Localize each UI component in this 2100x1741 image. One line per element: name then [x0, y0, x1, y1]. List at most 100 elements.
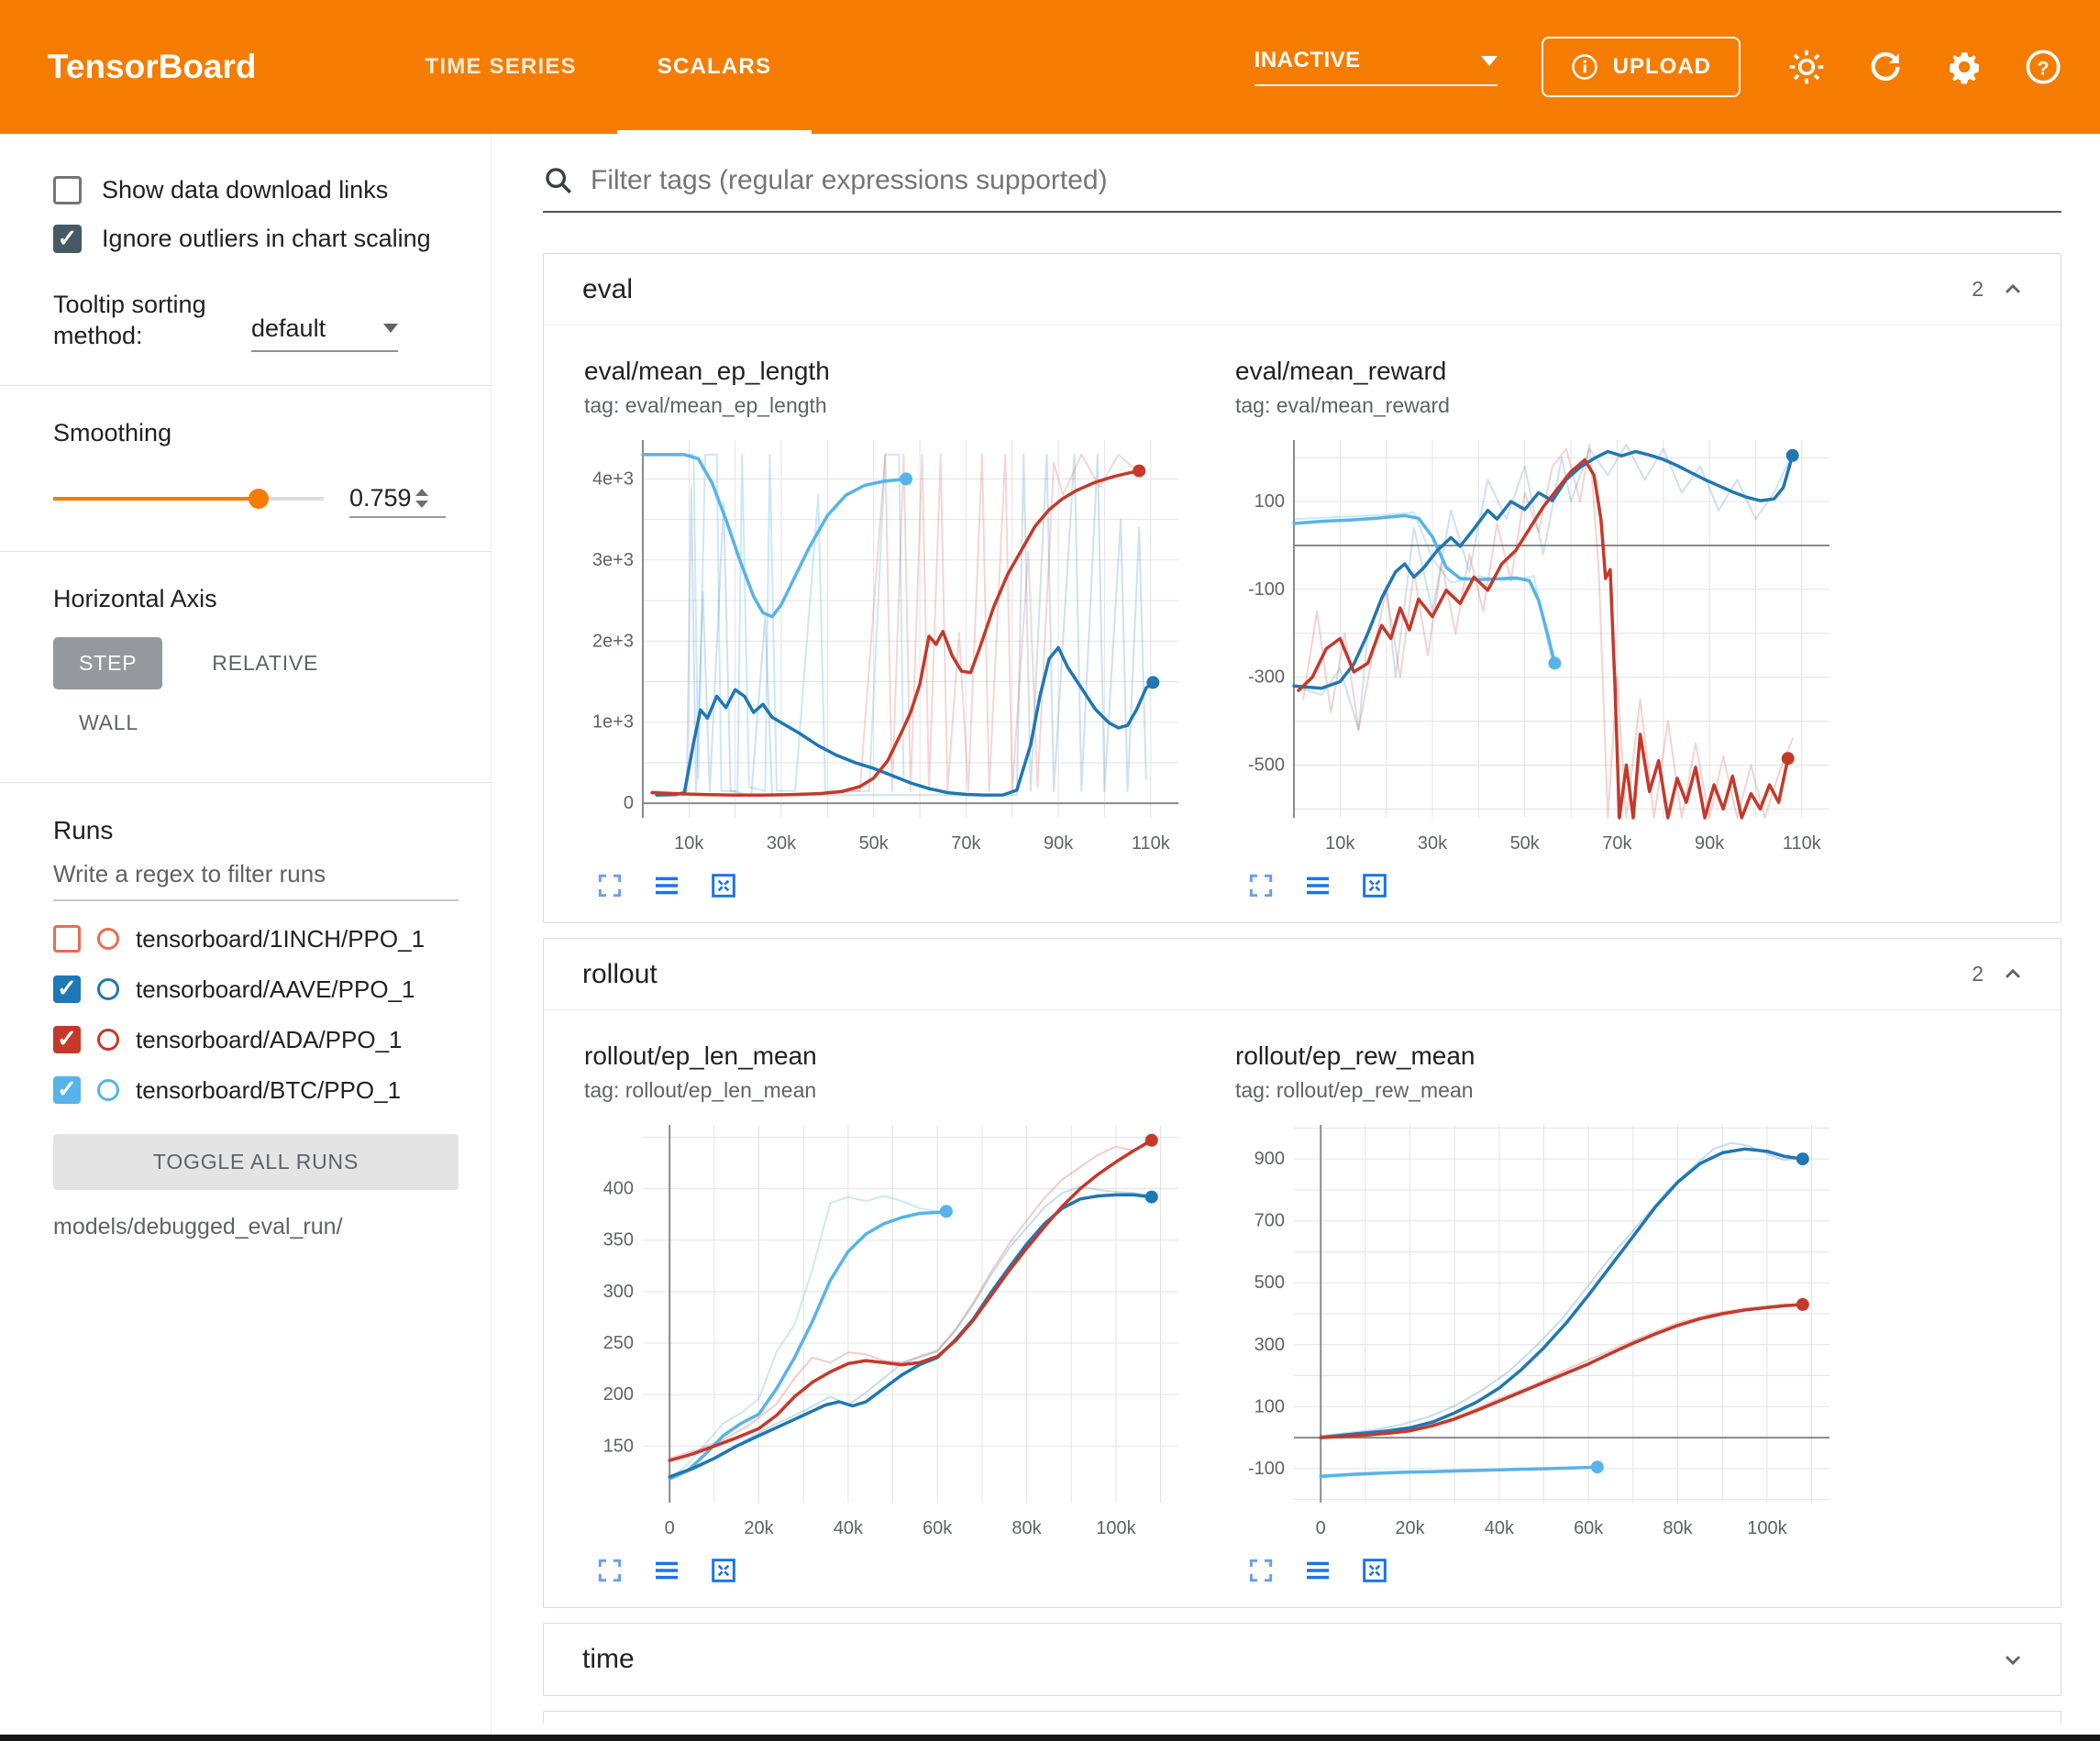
- run-row-ada[interactable]: tensorboard/ADA/PPO_1: [53, 1026, 459, 1054]
- collapse-chevron-up-icon[interactable]: [2000, 962, 2026, 987]
- smoothing-slider-thumb[interactable]: [249, 489, 269, 509]
- app-title: TensorBoard: [48, 48, 257, 86]
- fit-domain-icon[interactable]: [709, 1556, 738, 1585]
- smoothing-value-input[interactable]: [349, 480, 415, 516]
- upload-label: UPLOAD: [1613, 54, 1711, 80]
- run-checkbox[interactable]: [53, 1026, 81, 1053]
- screen-bottom-edge: [0, 1735, 2100, 1741]
- run-color-swatch[interactable]: [97, 928, 119, 950]
- tooltip-sorting-label: Tooltip sorting method:: [53, 290, 227, 352]
- tag-filter-bar: [543, 165, 2061, 213]
- svg-text:250: 250: [603, 1333, 634, 1353]
- fullscreen-icon[interactable]: [1246, 871, 1276, 900]
- stepper-down-icon[interactable]: [415, 501, 428, 508]
- chart-card-rollout-ep-rew-mean: rollout/ep_rew_mean tag: rollout/ep_rew_…: [1235, 1041, 1840, 1585]
- chart-tag: tag: rollout/ep_rew_mean: [1235, 1078, 1840, 1103]
- line-chart-eval-mean-ep-length[interactable]: 10k30k50k70k90k110k01e+32e+33e+34e+3: [584, 429, 1189, 860]
- chart-toolbar: [584, 1545, 1189, 1585]
- section-title: eval: [582, 274, 633, 305]
- section-card-time: time: [543, 1623, 2061, 1696]
- run-checkbox[interactable]: [53, 925, 81, 953]
- ignore-outliers-row[interactable]: Ignore outliers in chart scaling: [53, 225, 459, 253]
- svg-text:80k: 80k: [1011, 1518, 1042, 1538]
- svg-text:100: 100: [1254, 1396, 1285, 1416]
- svg-text:110k: 110k: [1132, 833, 1171, 854]
- collapse-chevron-up-icon[interactable]: [2000, 277, 2026, 303]
- ignore-outliers-checkbox[interactable]: [53, 225, 82, 253]
- line-chart-rollout-ep-len-mean[interactable]: 020k40k60k80k100k150200250300350400: [584, 1114, 1189, 1545]
- svg-text:-500: -500: [1248, 755, 1285, 776]
- axis-step-button[interactable]: STEP: [53, 637, 162, 689]
- axis-relative-button[interactable]: RELATIVE: [186, 637, 344, 689]
- upload-button[interactable]: UPLOAD: [1542, 37, 1741, 97]
- svg-text:4e+3: 4e+3: [592, 468, 634, 489]
- show-download-links-row[interactable]: Show data download links: [53, 176, 459, 204]
- section-header-eval[interactable]: eval 2: [544, 254, 2061, 325]
- axis-wall-button[interactable]: WALL: [53, 697, 164, 749]
- line-chart-eval-mean-reward[interactable]: 10k30k50k70k90k110k100-100-300-500: [1235, 429, 1840, 860]
- charts-row: rollout/ep_len_mean tag: rollout/ep_len_…: [544, 1010, 2061, 1607]
- run-label: tensorboard/BTC/PPO_1: [136, 1076, 401, 1105]
- fit-domain-icon[interactable]: [1360, 1556, 1389, 1585]
- sidebar-divider: [0, 782, 491, 783]
- line-chart-rollout-ep-rew-mean[interactable]: 020k40k60k80k100k-100100300500700900: [1235, 1114, 1840, 1545]
- run-row-1inch[interactable]: tensorboard/1INCH/PPO_1: [53, 925, 459, 953]
- svg-text:-100: -100: [1248, 579, 1285, 600]
- refresh-icon[interactable]: [1865, 47, 1906, 87]
- smoothing-stepper[interactable]: [415, 489, 428, 508]
- main-content: eval 2 eval/mean_ep_length tag: eval/mea…: [491, 134, 2100, 1741]
- data-table-icon[interactable]: [1303, 1556, 1332, 1585]
- svg-text:10k: 10k: [1325, 833, 1355, 854]
- svg-text:50k: 50k: [1510, 833, 1541, 854]
- tag-filter-input[interactable]: [591, 165, 2061, 196]
- data-table-icon[interactable]: [652, 871, 681, 900]
- show-download-links-checkbox[interactable]: [53, 176, 82, 204]
- smoothing-value-box: [349, 480, 446, 518]
- next-section-card-partial: [543, 1711, 2061, 1724]
- status-dropdown[interactable]: INACTIVE: [1254, 48, 1498, 86]
- tooltip-sorting-select[interactable]: default: [251, 314, 398, 352]
- sidebar-divider: [0, 385, 491, 386]
- chart-title: eval/mean_ep_length: [584, 357, 1189, 386]
- run-checkbox[interactable]: [53, 1076, 81, 1104]
- horizontal-axis-buttons: STEP RELATIVE WALL: [53, 637, 356, 749]
- collapse-chevron-down-icon[interactable]: [2000, 1647, 2026, 1672]
- fit-domain-icon[interactable]: [1360, 871, 1389, 900]
- svg-text:700: 700: [1254, 1211, 1285, 1231]
- section-header-rollout[interactable]: rollout 2: [544, 939, 2061, 1010]
- chart-tag: tag: eval/mean_ep_length: [584, 393, 1189, 418]
- runs-filter-input[interactable]: [53, 845, 459, 901]
- fullscreen-icon[interactable]: [1246, 1556, 1276, 1585]
- data-table-icon[interactable]: [1303, 871, 1332, 900]
- run-checkbox[interactable]: [53, 975, 81, 1003]
- fullscreen-icon[interactable]: [595, 871, 624, 900]
- run-row-btc[interactable]: tensorboard/BTC/PPO_1: [53, 1076, 459, 1105]
- svg-text:30k: 30k: [1418, 833, 1448, 854]
- svg-text:-300: -300: [1248, 667, 1285, 688]
- svg-text:60k: 60k: [923, 1518, 953, 1538]
- run-row-aave[interactable]: tensorboard/AAVE/PPO_1: [53, 975, 459, 1004]
- svg-text:40k: 40k: [1485, 1518, 1515, 1538]
- svg-text:100: 100: [1254, 491, 1285, 512]
- toggle-all-runs-button[interactable]: TOGGLE ALL RUNS: [53, 1134, 459, 1190]
- tab-scalars[interactable]: SCALARS: [617, 0, 812, 134]
- horizontal-axis-label: Horizontal Axis: [53, 585, 459, 613]
- run-color-swatch[interactable]: [97, 1029, 119, 1051]
- smoothing-slider-fill: [53, 497, 259, 501]
- smoothing-slider[interactable]: [53, 497, 324, 501]
- brightness-icon[interactable]: [1786, 47, 1827, 87]
- data-table-icon[interactable]: [652, 1556, 681, 1585]
- help-icon[interactable]: ?: [2023, 47, 2063, 87]
- search-icon: [543, 165, 574, 196]
- run-color-swatch[interactable]: [97, 978, 119, 1000]
- tab-time-series[interactable]: TIME SERIES: [385, 0, 617, 134]
- status-dropdown-value: INACTIVE: [1254, 48, 1361, 73]
- stepper-up-icon[interactable]: [415, 489, 428, 496]
- fullscreen-icon[interactable]: [595, 1556, 624, 1585]
- fit-domain-icon[interactable]: [709, 871, 738, 900]
- chart-toolbar: [584, 860, 1189, 900]
- settings-icon[interactable]: [1944, 47, 1984, 87]
- section-header-time[interactable]: time: [544, 1624, 2061, 1695]
- section-count: 2: [1972, 962, 2000, 986]
- run-color-swatch[interactable]: [97, 1079, 119, 1101]
